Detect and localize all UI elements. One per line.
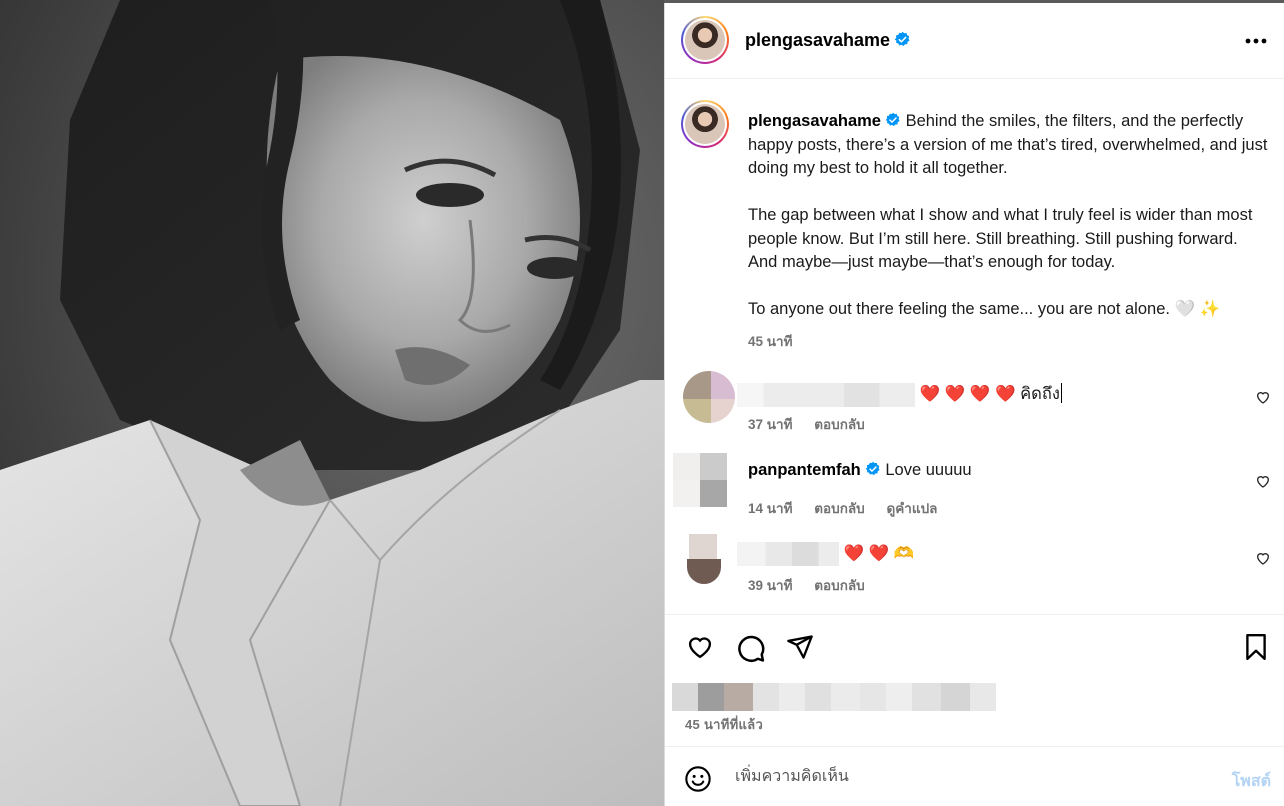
bookmark-icon[interactable]	[1243, 633, 1269, 661]
more-horizontal-icon	[1245, 38, 1267, 44]
text-cursor	[1060, 383, 1062, 403]
author-avatar[interactable]	[681, 16, 729, 64]
commenter-avatar[interactable]	[673, 453, 727, 507]
comment-body: Love uuuuu	[885, 461, 972, 479]
comment-item: ❤️ ❤️ 🫶 39 นาที ตอบกลับ	[665, 530, 1284, 600]
post-header: plengasavahame	[665, 3, 1284, 79]
comment-timestamp[interactable]: 39 นาที	[748, 578, 792, 593]
verified-badge-icon	[885, 112, 900, 127]
comment-text: panpantemfah Love uuuuu	[748, 461, 972, 480]
caption-paragraph: The gap between what I show and what I t…	[748, 206, 1253, 271]
comment-like-icon[interactable]	[1255, 550, 1271, 566]
comment-like-icon[interactable]	[1255, 473, 1271, 489]
verified-badge-icon	[894, 31, 910, 46]
see-translation-button[interactable]: ดูคำแปล	[886, 501, 937, 516]
comment-composer: โพสต์	[665, 746, 1284, 806]
blurred-username[interactable]	[737, 542, 839, 566]
comment-meta: 37 นาที ตอบกลับ	[748, 413, 883, 435]
comment-meta: 14 นาที ตอบกลับ ดูคำแปล	[748, 497, 955, 519]
caption-timestamp[interactable]: 45 นาที	[748, 330, 792, 352]
post-timestamp[interactable]: 45 นาทีที่แล้ว	[685, 714, 763, 735]
author-username[interactable]: plengasavahame	[745, 30, 911, 51]
caption-author-avatar[interactable]	[681, 100, 729, 148]
comment-like-icon[interactable]	[1255, 389, 1271, 405]
comment-body: ❤️ ❤️ 🫶	[843, 544, 915, 563]
comment-item: ❤️ ❤️ ❤️ ❤️ คิดถึง 37 นาที ตอบกลับ	[665, 369, 1284, 439]
comment-text: ❤️ ❤️ 🫶	[737, 542, 914, 566]
caption-text: plengasavahame Behind the smiles, the fi…	[748, 110, 1268, 322]
post-actions: 45 นาทีที่แล้ว	[665, 614, 1284, 766]
more-options-button[interactable]	[1245, 27, 1267, 50]
comment-meta: 39 นาที ตอบกลับ	[748, 574, 883, 596]
portrait-illustration	[0, 0, 664, 806]
author-username-text[interactable]: plengasavahame	[745, 30, 890, 50]
caption-username-text[interactable]: plengasavahame	[748, 112, 881, 130]
reply-button[interactable]: ตอบกลับ	[814, 417, 864, 432]
comment-icon[interactable]	[736, 633, 766, 663]
comment-item: panpantemfah Love uuuuu 14 นาที ตอบกลับ …	[665, 453, 1284, 523]
commenter-username-text[interactable]: panpantemfah	[748, 461, 861, 479]
comment-timestamp[interactable]: 14 นาที	[748, 501, 792, 516]
send-icon[interactable]	[786, 633, 814, 661]
reply-button[interactable]: ตอบกลับ	[814, 501, 864, 516]
comment-input[interactable]	[735, 763, 1195, 791]
comment-text: ❤️ ❤️ ❤️ ❤️ คิดถึง	[737, 381, 1062, 407]
commenter-username[interactable]: panpantemfah	[748, 461, 881, 479]
comment-body: ❤️ ❤️ ❤️ ❤️ คิดถึง	[919, 385, 1060, 403]
blurred-likes[interactable]	[672, 683, 996, 711]
commenter-avatar[interactable]	[683, 371, 735, 423]
blurred-username[interactable]	[737, 382, 915, 407]
commenter-avatar[interactable]	[687, 534, 721, 584]
post-comment-button[interactable]: โพสต์	[1232, 769, 1271, 794]
post-photo[interactable]	[0, 0, 664, 806]
post-detail-panel: plengasavahame plengasavahame Behind the…	[664, 3, 1284, 806]
caption-paragraph: To anyone out there feeling the same... …	[748, 300, 1221, 318]
reply-button[interactable]: ตอบกลับ	[814, 578, 864, 593]
heart-icon[interactable]	[685, 633, 715, 661]
verified-badge-icon	[865, 461, 880, 476]
caption-username[interactable]: plengasavahame	[748, 112, 901, 130]
comment-timestamp[interactable]: 37 นาที	[748, 417, 792, 432]
emoji-icon[interactable]	[684, 765, 712, 793]
